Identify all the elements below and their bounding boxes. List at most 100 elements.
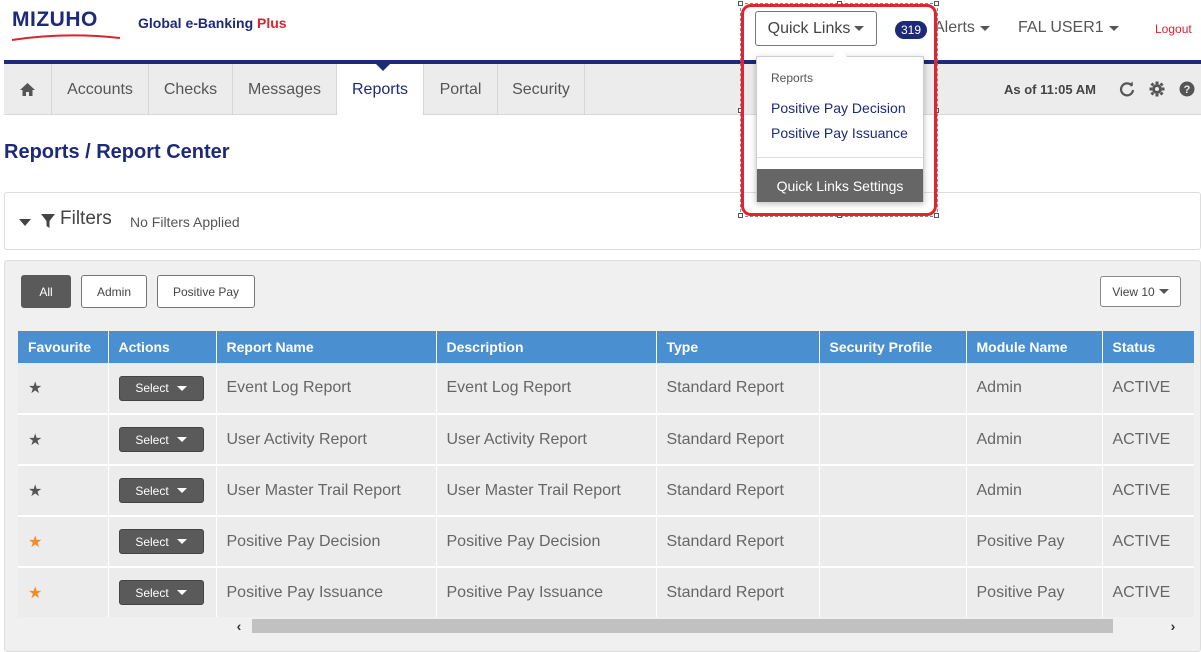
user-menu[interactable]: FAL USER1 <box>1018 19 1119 37</box>
description-cell: User Activity Report <box>436 414 657 466</box>
quick-link-positive-pay-issuance[interactable]: Positive Pay Issuance <box>771 125 908 141</box>
chip-positive-pay[interactable]: Positive Pay <box>157 275 255 308</box>
gear-icon[interactable] <box>1148 80 1166 98</box>
chevron-down-icon <box>1158 289 1169 294</box>
select-action-button[interactable]: Select <box>118 580 204 605</box>
actions-cell: Select <box>108 516 217 568</box>
chevron-down-icon <box>979 25 990 31</box>
filters-panel: Filters No Filters Applied <box>4 192 1201 250</box>
report-name-cell[interactable]: Positive Pay Decision <box>216 516 437 568</box>
table-row: ★ Select Positive Pay Decision Positive … <box>18 516 1194 568</box>
filters-status: No Filters Applied <box>130 214 240 230</box>
menu-divider <box>757 157 923 158</box>
chevron-down-icon <box>1108 25 1119 31</box>
quick-link-positive-pay-decision[interactable]: Positive Pay Decision <box>771 100 906 116</box>
report-name-cell[interactable]: Positive Pay Issuance <box>216 567 437 617</box>
collapse-toggle-icon[interactable] <box>19 219 31 226</box>
col-favourite[interactable]: Favourite <box>18 331 109 363</box>
scroll-right-icon[interactable]: › <box>1164 617 1182 635</box>
nav-portal[interactable]: Portal <box>424 64 498 115</box>
col-actions[interactable]: Actions <box>108 331 217 363</box>
quick-links-section-heading: Reports <box>771 71 814 85</box>
actions-cell: Select <box>108 567 217 617</box>
star-icon[interactable]: ★ <box>28 380 42 397</box>
chevron-down-icon <box>176 488 187 493</box>
resize-handle <box>934 213 939 218</box>
status-cell: ACTIVE <box>1102 465 1194 517</box>
chevron-down-icon <box>176 437 187 442</box>
description-cell: User Master Trail Report <box>436 465 657 517</box>
filter-icon <box>41 214 55 228</box>
favourite-cell: ★ <box>18 465 109 517</box>
col-description[interactable]: Description <box>436 331 657 363</box>
refresh-icon[interactable] <box>1118 80 1136 98</box>
svg-text:?: ? <box>1184 84 1191 96</box>
report-name-cell[interactable]: User Master Trail Report <box>216 465 437 517</box>
select-action-button[interactable]: Select <box>118 427 204 452</box>
chevron-down-icon <box>176 385 187 391</box>
select-action-button[interactable]: Select <box>118 478 204 503</box>
user-name: FAL USER1 <box>1018 19 1104 36</box>
module-cell: Admin <box>966 465 1103 517</box>
logo-text: MIZUHO <box>12 8 98 31</box>
home-icon <box>20 83 35 96</box>
mizuho-logo[interactable]: MIZUHO <box>12 8 120 41</box>
scroll-left-icon[interactable]: ‹ <box>230 617 248 635</box>
favourite-cell: ★ <box>18 516 109 568</box>
col-security-profile[interactable]: Security Profile <box>819 331 967 363</box>
star-icon[interactable]: ★ <box>28 432 42 449</box>
col-report-name[interactable]: Report Name <box>216 331 437 363</box>
nav-home[interactable] <box>4 64 52 115</box>
col-type[interactable]: Type <box>656 331 820 363</box>
module-cell: Positive Pay <box>966 567 1103 617</box>
favourite-cell: ★ <box>18 363 109 415</box>
status-cell: ACTIVE <box>1102 567 1194 617</box>
logo-swoosh-icon <box>12 34 120 41</box>
table-row: ★ Select Event Log Report Event Log Repo… <box>18 363 1194 415</box>
status-cell: ACTIVE <box>1102 516 1194 568</box>
select-label: Select <box>135 432 169 447</box>
help-icon[interactable]: ? <box>1178 80 1196 98</box>
favourite-cell: ★ <box>18 567 109 617</box>
type-cell: Standard Report <box>656 465 820 517</box>
star-icon[interactable]: ★ <box>28 483 42 500</box>
col-status[interactable]: Status <box>1102 331 1194 363</box>
actions-cell: Select <box>108 363 217 415</box>
logout-link[interactable]: Logout <box>1155 22 1192 36</box>
star-icon[interactable]: ★ <box>28 534 42 551</box>
as-of-time: As of 11:05 AM <box>1004 82 1096 97</box>
report-name-cell[interactable]: User Activity Report <box>216 414 437 466</box>
security-profile-cell <box>819 567 967 617</box>
table-header-row: Favourite Actions Report Name Descriptio… <box>18 331 1194 363</box>
alerts-label: Alerts <box>934 19 975 36</box>
module-cell: Admin <box>966 363 1103 415</box>
select-label: Select <box>135 483 169 498</box>
horizontal-scrollbar[interactable]: ‹ › <box>18 617 1194 635</box>
select-action-button[interactable]: Select <box>118 529 204 554</box>
nav-checks[interactable]: Checks <box>149 64 233 115</box>
filters-title[interactable]: Filters <box>60 208 112 230</box>
type-cell: Standard Report <box>656 567 820 617</box>
col-module-name[interactable]: Module Name <box>966 331 1103 363</box>
nav-security[interactable]: Security <box>498 64 585 115</box>
view-count-dropdown[interactable]: View 10 <box>1100 276 1181 307</box>
nav-messages[interactable]: Messages <box>233 64 337 115</box>
report-name-cell[interactable]: Event Log Report <box>216 363 437 415</box>
select-label: Select <box>135 534 169 549</box>
select-action-button[interactable]: Select <box>118 375 204 401</box>
security-profile-cell <box>819 465 967 517</box>
chevron-down-icon <box>176 539 187 544</box>
nav-accounts[interactable]: Accounts <box>52 64 149 115</box>
type-cell: Standard Report <box>656 414 820 466</box>
chip-all[interactable]: All <box>21 275 71 308</box>
chip-admin[interactable]: Admin <box>81 275 147 308</box>
product-name: Global e-Banking Plus <box>138 15 287 31</box>
reports-table: Favourite Actions Report Name Descriptio… <box>18 331 1194 617</box>
alerts-menu[interactable]: Alerts <box>934 19 990 37</box>
menu-arrow <box>833 50 847 57</box>
quick-links-settings-button[interactable]: Quick Links Settings <box>757 169 923 202</box>
view-count-label: View 10 <box>1112 284 1155 299</box>
star-icon[interactable]: ★ <box>28 585 42 602</box>
nav-reports[interactable]: Reports <box>337 64 424 115</box>
scrollbar-thumb[interactable] <box>252 619 1113 633</box>
